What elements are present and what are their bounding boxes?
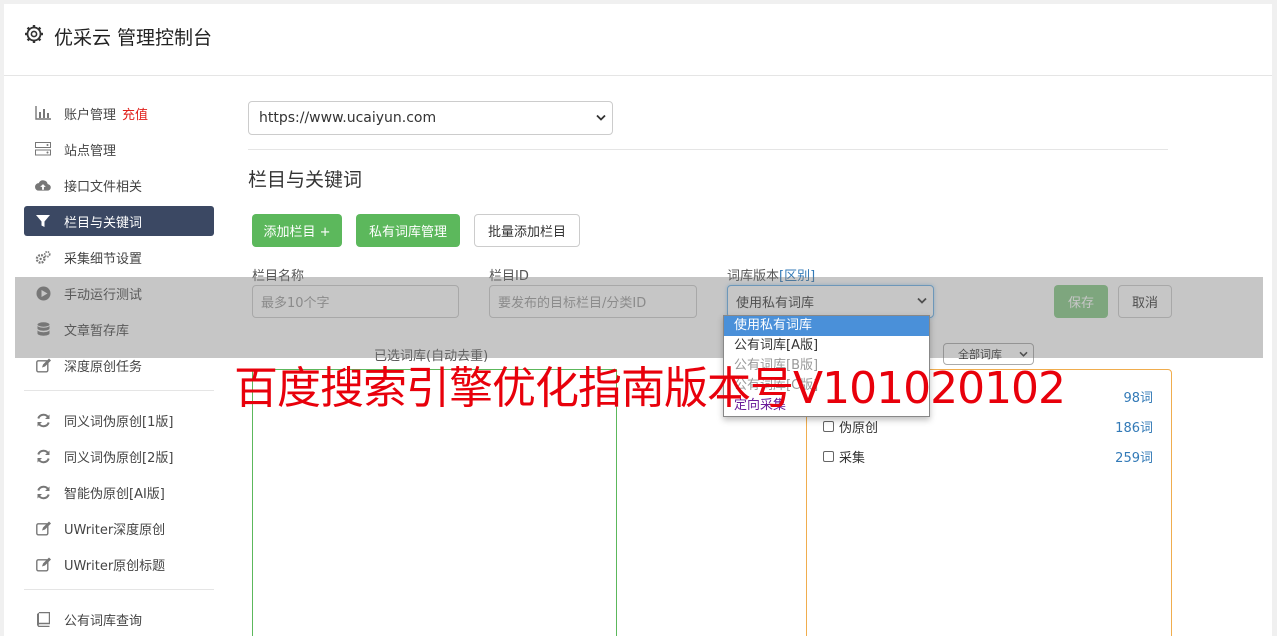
refresh-icon (35, 412, 51, 428)
sidebar-item-label: 采集细节设置 (64, 251, 143, 267)
lex-name: 采集 (839, 451, 866, 466)
sidebar-item-public-lex-query[interactable]: 公有词库查询 (24, 604, 214, 634)
sidebar-item-label: 同义词伪原创[2版] (64, 450, 174, 466)
dropdown-option[interactable]: 使用私有词库 (724, 316, 929, 336)
sidebar-item-label: UWriter原创标题 (64, 558, 166, 574)
app-title: 优采云 管理控制台 (54, 27, 213, 49)
lex-count: 98词 (1123, 391, 1153, 406)
sidebar-item-collect-settings[interactable]: 采集细节设置 (24, 242, 214, 272)
cloud-upload-icon (35, 177, 51, 193)
sidebar-item-label: 同义词伪原创[1版] (64, 414, 174, 430)
sidebar-item-synonym-v2[interactable]: 同义词伪原创[2版] (24, 441, 214, 471)
lex-row[interactable]: 伪原创 (823, 417, 878, 436)
filter-icon (35, 213, 51, 229)
server-icon (35, 141, 51, 157)
gear-icon (25, 25, 43, 43)
refresh-icon (35, 448, 51, 464)
lex-checkbox[interactable] (823, 451, 834, 462)
gears-icon (35, 249, 51, 265)
add-column-button[interactable]: 添加栏目 + (252, 214, 342, 247)
lex-count: 259词 (1115, 451, 1153, 466)
recharge-link[interactable]: 充值 (122, 104, 148, 123)
sidebar-item-label: 智能伪原创[AI版] (64, 486, 165, 502)
sidebar-item-interface[interactable]: 接口文件相关 (24, 170, 214, 200)
batch-add-button[interactable]: 批量添加栏目 (474, 214, 580, 247)
page-title: 栏目与关键词 (248, 169, 363, 191)
sidebar-divider (24, 390, 214, 391)
sidebar-item-label: 接口文件相关 (64, 179, 143, 195)
sidebar-item-synonym-v1[interactable]: 同义词伪原创[1版] (24, 405, 214, 435)
modal-overlay-band (15, 277, 1263, 358)
sidebar-item-label: 公有词库查询 (64, 613, 143, 629)
sidebar-item-label: 站点管理 (64, 143, 117, 159)
edit-icon (35, 520, 51, 536)
sidebar-item-label: 账户管理 (64, 107, 117, 123)
site-select[interactable]: https://www.ucaiyun.com (248, 101, 613, 135)
edit-icon (35, 556, 51, 572)
edit-icon (35, 357, 51, 373)
sidebar-item-sites[interactable]: 站点管理 (24, 134, 214, 164)
app-header: 优采云 管理控制台 (4, 4, 1272, 76)
bar-chart-icon (35, 105, 51, 121)
sidebar-item-uwriter-deep[interactable]: UWriter深度原创 (24, 513, 214, 543)
private-lex-button[interactable]: 私有词库管理 (356, 214, 460, 247)
lex-row[interactable]: 采集 (823, 447, 865, 466)
book-icon (35, 611, 51, 627)
lex-checkbox[interactable] (823, 421, 834, 432)
watermark-text: 百度搜索引擎优化指南版本号V101020102 (234, 363, 1066, 414)
sidebar-item-label: 深度原创任务 (64, 359, 143, 375)
chevron-down-icon (596, 114, 606, 121)
lex-name: 伪原创 (839, 421, 879, 436)
sidebar-item-uwriter-title[interactable]: UWriter原创标题 (24, 549, 214, 579)
sidebar-item-label: 栏目与关键词 (64, 215, 143, 231)
sidebar-item-columns[interactable]: 栏目与关键词 (24, 206, 214, 236)
site-select-value: https://www.ucaiyun.com (259, 110, 437, 126)
divider (248, 149, 1168, 150)
sidebar-item-label: UWriter深度原创 (64, 522, 166, 538)
lex-count: 186词 (1115, 421, 1153, 436)
sidebar: 账户管理 充值 站点管理 接口文件相关 栏目与关键词 采集细节设置 手动运行测试… (24, 98, 214, 636)
sidebar-item-account[interactable]: 账户管理 充值 (24, 98, 214, 128)
sidebar-item-ai-rewrite[interactable]: 智能伪原创[AI版] (24, 477, 214, 507)
sidebar-divider (24, 589, 214, 590)
refresh-icon (35, 484, 51, 500)
